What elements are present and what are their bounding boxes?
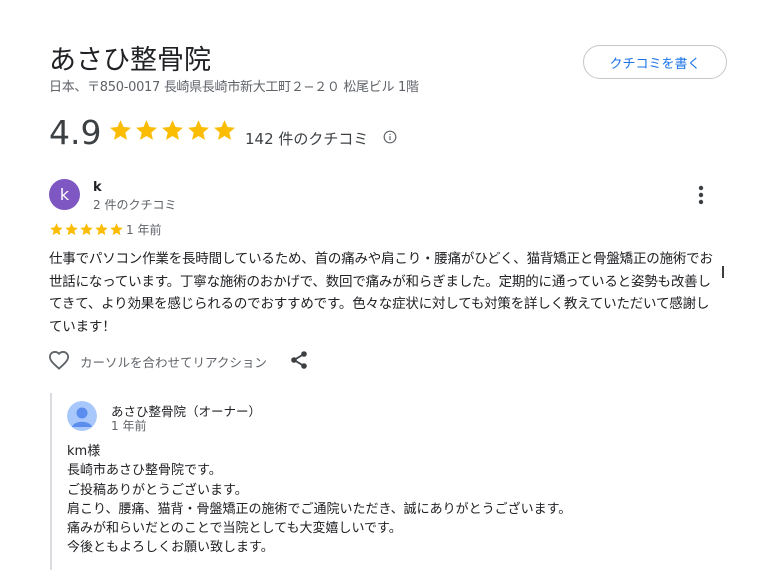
owner-response-line: 肩こり、腰痛、猫背・骨盤矯正の施術でご通院いただき、誠にありがとうございます。 [67,501,572,517]
rating-stars [108,118,237,143]
star-icon [188,120,209,140]
star-icon [136,120,157,140]
place-address: 日本、〒850-0017 長崎県長崎市新大工町２−２０ 松尾ビル 1階 [49,80,419,95]
write-review-button[interactable]: クチコミを書く [583,45,727,79]
info-icon[interactable] [383,130,397,144]
share-icon[interactable] [290,350,308,370]
more-options-icon[interactable] [693,184,709,206]
star-icon [162,120,183,140]
owner-response-divider [50,393,52,570]
owner-response-line: 長崎市あさひ整骨院です。 [67,463,222,479]
review-text: 仕事でパソコン作業を長時間しているため、首の痛みや肩こり・腰痛がひどく、猫背矯正… [49,251,713,335]
star-icon [214,120,235,140]
review-date: 1 年前 [126,223,162,237]
owner-response-text: km様 長崎市あさひ整骨院です。 ご投稿ありがとうございます。 肩こり、腰痛、猫… [67,442,571,558]
reviewer-review-count: 2 件のクチコミ [93,198,177,212]
owner-response-line: 今後ともよろしくお願い致します。 [67,540,274,556]
owner-response-line: ご投稿ありがとうございます。 [67,482,248,498]
reaction-label[interactable]: カーソルを合わせてリアクション [80,352,267,371]
star-icon [50,223,63,236]
reviewer-avatar[interactable]: k [49,179,80,210]
owner-response-line: km様 [67,444,101,459]
star-icon [65,223,78,236]
owner-avatar [67,401,97,431]
star-icon [110,223,123,236]
place-title: あさひ整骨院 [49,45,211,76]
average-rating: 4.9 [49,113,102,152]
heart-icon[interactable] [48,350,70,370]
person-icon [67,401,97,431]
star-icon [95,223,108,236]
owner-response-line: 痛みが和らいだとのことで当院としても大変嬉しいです。 [67,521,402,537]
reviewer-name[interactable]: k [93,180,102,195]
star-icon [80,223,93,236]
owner-response-date: 1 年前 [111,419,147,433]
review-stars [49,222,124,237]
star-icon [110,120,131,140]
text-cursor [722,266,724,278]
review-count-link[interactable]: 142 件のクチコミ [245,128,368,149]
